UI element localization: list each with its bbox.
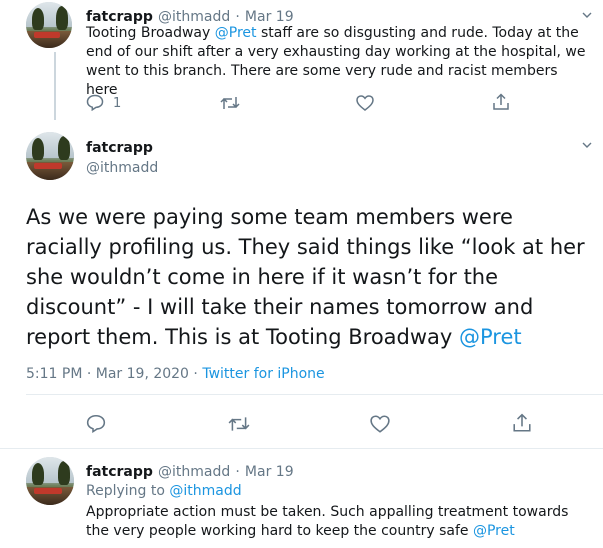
tweet-metadata: 5:11 PM · Mar 19, 2020 · Twitter for iPh… [26,366,325,382]
display-name[interactable]: fatcrapp [86,9,153,25]
mention-link[interactable]: @Pret [459,325,522,349]
share-icon[interactable] [512,413,532,433]
replying-to: Replying to @ithmadd [86,483,242,499]
thread-connector [54,52,56,120]
share-icon[interactable] [492,93,510,111]
user-handle[interactable]: @ithmadd [86,160,158,176]
user-handle[interactable]: @ithmadd [158,464,230,480]
tweet-1[interactable]: fatcrapp @ithmadd · Mar 19 Tooting Broad… [0,0,603,118]
tweet-date[interactable]: Mar 19 [245,9,294,25]
chevron-down-icon[interactable] [582,10,592,20]
separator-dot: · [235,9,240,25]
retweet-icon[interactable] [228,415,250,433]
tweet-text: Tooting Broadway @Pret staff are so disg… [86,25,586,98]
replying-to-link[interactable]: @ithmadd [169,483,241,499]
retweet-icon[interactable] [220,95,240,111]
chevron-down-icon[interactable] [582,140,592,150]
display-name[interactable]: fatcrapp [86,464,153,480]
like-icon[interactable] [356,95,374,111]
tweet-date[interactable]: Mar 19 [245,464,294,480]
avatar[interactable] [26,2,72,48]
avatar[interactable] [26,132,74,180]
tweet-text: As we were paying some team members were… [26,205,585,349]
mention-link[interactable]: @Pret [215,25,257,41]
display-name[interactable]: fatcrapp [86,140,153,156]
reply-icon[interactable] [86,414,106,433]
avatar[interactable] [26,457,74,505]
separator-dot: · [188,366,203,382]
user-handle[interactable]: @ithmadd [158,9,230,25]
tweet-text: Appropriate action must be taken. Such a… [86,504,569,539]
reply-count: 1 [113,96,122,111]
divider [26,394,603,395]
source-link[interactable]: Twitter for iPhone [202,366,324,382]
like-icon[interactable] [370,415,390,433]
reply-icon[interactable] [86,94,104,111]
tweet-3-reply[interactable]: fatcrapp @ithmadd · Mar 19 Replying to @… [0,449,603,548]
mention-link[interactable]: @Pret [473,523,515,539]
timestamp[interactable]: 5:11 PM · Mar 19, 2020 [26,366,189,382]
separator-dot: · [235,464,240,480]
tweet-2-focused[interactable]: fatcrapp @ithmadd As we were paying some… [0,120,603,450]
